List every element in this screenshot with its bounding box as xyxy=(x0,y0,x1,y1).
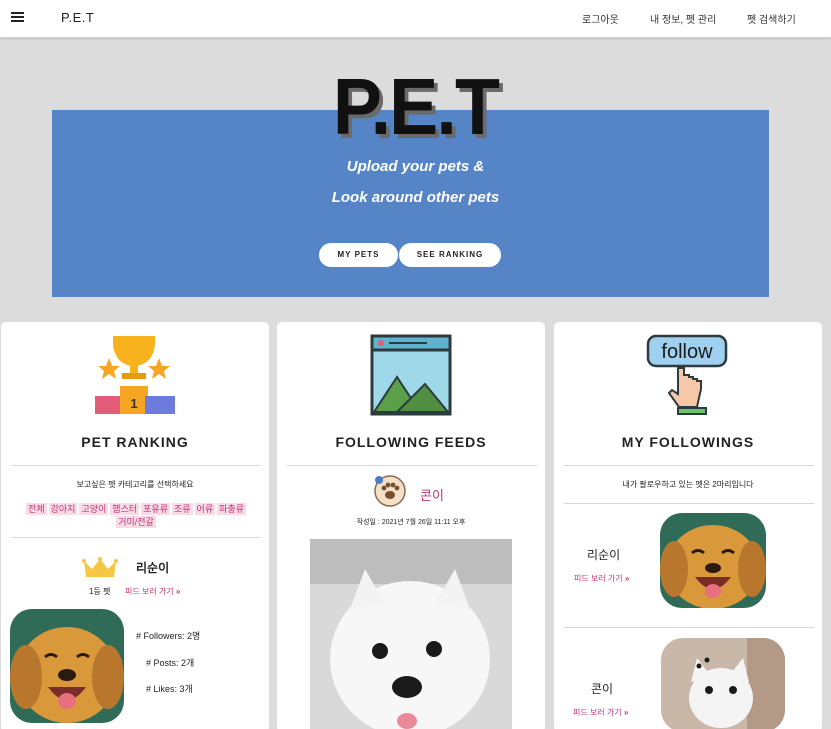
followers-count: # Followers: 2명 xyxy=(136,631,201,641)
following-feed-link[interactable]: 피드 보러 가기 » xyxy=(574,573,629,584)
hero-subtitle-1: Upload your pets & xyxy=(346,158,485,175)
my-followings-card: follow MY FOLLOWINGS 내가 팔로우하고 있는 펫은 2마리입… xyxy=(554,322,822,729)
crown-icon xyxy=(82,557,118,577)
category-instruction: 보고싶은 펫 카테고리를 선택하세요 xyxy=(76,480,194,489)
category-tags: 전체 강아지 고양이 햄스터 포유류 조류 어류 파충류거미/전갈 xyxy=(10,503,262,529)
brand-logo[interactable]: P.E.T xyxy=(61,10,94,25)
following-feeds-card: FOLLOWING FEEDS 콘이 작성일 : 2021년 7월 26일 11… xyxy=(277,322,545,729)
following-feed-link[interactable]: 피드 보러 가기 » xyxy=(573,707,628,718)
following-name[interactable]: 리순이 xyxy=(587,546,620,563)
follow-click-icon: follow xyxy=(646,334,728,415)
golden-retriever-photo[interactable] xyxy=(10,609,124,723)
following-name[interactable]: 콘이 xyxy=(591,680,613,697)
divider xyxy=(564,627,814,628)
pet-ranking-title: PET RANKING xyxy=(81,434,189,450)
landscape-image-icon xyxy=(370,334,452,416)
posts-count: # Posts: 2개 xyxy=(146,658,195,668)
divider xyxy=(287,465,537,466)
category-tag[interactable]: 햄스터 xyxy=(110,503,140,515)
menu-icon[interactable] xyxy=(11,12,24,22)
category-tag[interactable]: 거미/전갈 xyxy=(116,516,156,528)
category-tag[interactable]: 조류 xyxy=(171,503,193,515)
hero-subtitle-2: Look around other pets xyxy=(331,189,500,206)
category-tag[interactable]: 포유류 xyxy=(141,503,170,515)
see-ranking-button[interactable]: SEE RANKING xyxy=(399,243,501,267)
rank-label: 1등 펫 xyxy=(89,587,111,596)
top-pet-name[interactable]: 리순이 xyxy=(136,559,169,576)
category-tag[interactable]: 강아지 xyxy=(48,503,78,515)
trophy-icon: 1 xyxy=(95,336,175,414)
hero-title: P.E.T xyxy=(332,62,500,151)
white-cat-photo[interactable] xyxy=(661,638,785,729)
divider xyxy=(11,465,261,466)
spitz-dog-photo[interactable] xyxy=(310,539,512,729)
follow-icon-text: follow xyxy=(661,341,713,363)
following-feeds-title: FOLLOWING FEEDS xyxy=(335,434,487,450)
feed-author[interactable]: 콘이 xyxy=(420,485,444,504)
feed-date: 작성일 : 2021년 7월 26일 11:11 오후 xyxy=(356,519,466,526)
top-navbar: P.E.T 로그아웃 내 정보, 펫 관리 펫 검색하기 xyxy=(0,0,831,38)
likes-count: # Likes: 3개 xyxy=(146,684,193,694)
svg-text:1: 1 xyxy=(130,396,137,411)
category-tag[interactable]: 어류 xyxy=(194,503,216,515)
followings-info: 내가 팔로우하고 있는 펫은 2마리입니다 xyxy=(622,480,754,489)
category-tag[interactable]: 고양이 xyxy=(79,503,109,515)
my-pets-button[interactable]: MY PETS xyxy=(319,243,398,267)
ranking-feed-link[interactable]: 피드 보러 가기 » xyxy=(125,586,180,597)
category-tag[interactable]: 전체 xyxy=(26,503,47,515)
category-tag[interactable]: 파충류 xyxy=(217,503,246,515)
my-followings-title: MY FOLLOWINGS xyxy=(621,434,755,450)
divider xyxy=(11,537,261,538)
paw-profile-icon[interactable] xyxy=(373,474,407,508)
divider xyxy=(564,465,814,466)
pet-search-link[interactable]: 펫 검색하기 xyxy=(747,11,831,26)
golden-retriever-photo[interactable] xyxy=(660,513,766,608)
divider xyxy=(564,503,814,504)
